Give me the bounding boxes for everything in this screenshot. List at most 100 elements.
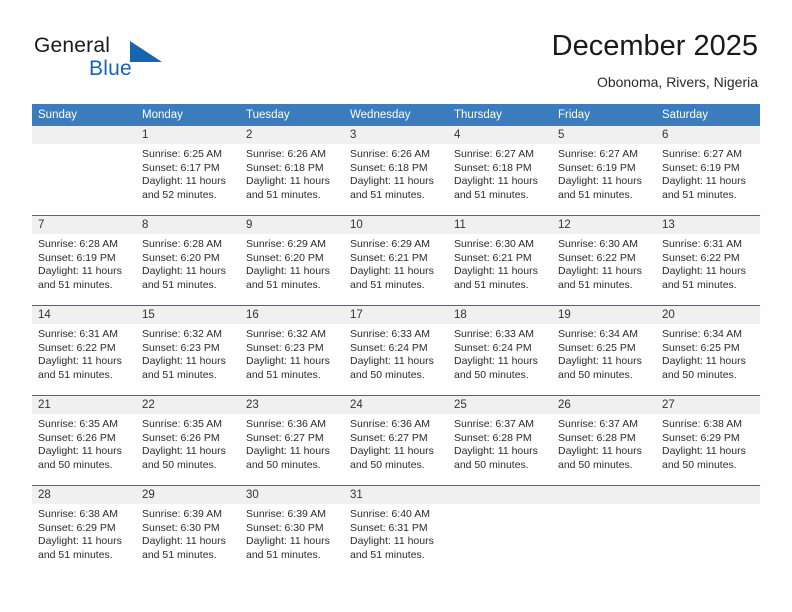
daylight-duration-line1: Daylight: 11 hours xyxy=(454,355,538,368)
calendar-day-cell[interactable]: 21 Sunrise: 6:35 AM Sunset: 6:26 PM Dayligh… xyxy=(32,395,136,486)
sunrise-time: Sunrise: 6:28 AM xyxy=(142,238,222,250)
calendar-day-cell[interactable]: 31 Sunrise: 6:40 AM Sunset: 6:31 PM Dayligh… xyxy=(344,485,448,575)
calendar-day-cell[interactable]: 6 Sunrise: 6:27 AM Sunset: 6:19 PM Daylight… xyxy=(656,126,760,216)
calendar-day-cell[interactable]: 8 Sunrise: 6:28 AM Sunset: 6:20 PM Daylight… xyxy=(136,215,240,306)
sunset-time: Sunset: 6:18 PM xyxy=(454,161,532,174)
sunset-time: Sunset: 6:29 PM xyxy=(662,431,740,444)
day-details: Sunrise: 6:37 AM Sunset: 6:28 PM Daylight:… xyxy=(552,414,656,472)
calendar-day-cell[interactable]: 23 Sunrise: 6:36 AM Sunset: 6:27 PM Dayligh… xyxy=(240,395,344,486)
calendar-day-cell[interactable]: 11 Sunrise: 6:30 AM Sunset: 6:21 PM Dayligh… xyxy=(448,215,552,306)
calendar-day-cell[interactable]: 28 Sunrise: 6:38 AM Sunset: 6:29 PM Dayligh… xyxy=(32,485,136,575)
daylight-duration-line1: Daylight: 11 hours xyxy=(142,535,226,548)
day-cell-content: 5 Sunrise: 6:27 AM Sunset: 6:19 PM Daylight… xyxy=(552,126,656,215)
sunset-time: Sunset: 6:25 PM xyxy=(662,341,740,354)
day-details: Sunrise: 6:34 AM Sunset: 6:25 PM Daylight:… xyxy=(552,324,656,382)
day-number: 22 xyxy=(136,396,240,414)
calendar-day-cell[interactable]: 26 Sunrise: 6:37 AM Sunset: 6:28 PM Dayligh… xyxy=(552,395,656,486)
day-cell-content: 23 Sunrise: 6:36 AM Sunset: 6:27 PM Dayligh… xyxy=(240,396,344,485)
daylight-duration-line1: Daylight: 11 hours xyxy=(454,265,538,278)
day-number: 19 xyxy=(552,306,656,324)
calendar-day-cell[interactable]: 3 Sunrise: 6:26 AM Sunset: 6:18 PM Daylight… xyxy=(344,126,448,216)
calendar-day-cell[interactable]: 20 Sunrise: 6:34 AM Sunset: 6:25 PM Dayligh… xyxy=(656,305,760,396)
calendar-day-cell[interactable]: 30 Sunrise: 6:39 AM Sunset: 6:30 PM Dayligh… xyxy=(240,485,344,575)
daylight-duration-line1: Daylight: 11 hours xyxy=(38,445,122,458)
day-number: 13 xyxy=(656,216,760,234)
calendar-day-cell[interactable]: 2 Sunrise: 6:26 AM Sunset: 6:18 PM Daylight… xyxy=(240,126,344,216)
calendar-day-cell[interactable]: 4 Sunrise: 6:27 AM Sunset: 6:18 PM Daylight… xyxy=(448,126,552,216)
daylight-duration-line2: and 52 minutes. xyxy=(142,188,217,201)
sunrise-time: Sunrise: 6:29 AM xyxy=(246,238,326,250)
daylight-duration-line1: Daylight: 11 hours xyxy=(454,445,538,458)
calendar-day-cell[interactable]: 14 Sunrise: 6:31 AM Sunset: 6:22 PM Dayligh… xyxy=(32,305,136,396)
brand-logo[interactable]: General Blue xyxy=(34,34,234,90)
calendar-day-cell[interactable] xyxy=(32,126,136,216)
day-details: Sunrise: 6:32 AM Sunset: 6:23 PM Daylight:… xyxy=(136,324,240,382)
sunset-time: Sunset: 6:28 PM xyxy=(558,431,636,444)
daylight-duration-line1: Daylight: 11 hours xyxy=(246,535,330,548)
calendar-day-cell[interactable] xyxy=(656,485,760,575)
day-number: 6 xyxy=(656,126,760,144)
day-cell-content: 31 Sunrise: 6:40 AM Sunset: 6:31 PM Dayligh… xyxy=(344,486,448,575)
day-number: 12 xyxy=(552,216,656,234)
daylight-duration-line2: and 50 minutes. xyxy=(142,458,217,471)
calendar-day-cell[interactable]: 1 Sunrise: 6:25 AM Sunset: 6:17 PM Daylight… xyxy=(136,126,240,216)
day-number: 7 xyxy=(32,216,136,234)
calendar-day-cell[interactable]: 18 Sunrise: 6:33 AM Sunset: 6:24 PM Dayligh… xyxy=(448,305,552,396)
calendar-day-cell[interactable]: 17 Sunrise: 6:33 AM Sunset: 6:24 PM Dayligh… xyxy=(344,305,448,396)
day-details: Sunrise: 6:27 AM Sunset: 6:18 PM Daylight:… xyxy=(448,144,552,202)
calendar-day-cell[interactable]: 22 Sunrise: 6:35 AM Sunset: 6:26 PM Dayligh… xyxy=(136,395,240,486)
calendar-day-cell[interactable]: 10 Sunrise: 6:29 AM Sunset: 6:21 PM Dayligh… xyxy=(344,215,448,306)
day-cell-content: 18 Sunrise: 6:33 AM Sunset: 6:24 PM Dayligh… xyxy=(448,306,552,395)
daylight-duration-line1: Daylight: 11 hours xyxy=(662,175,746,188)
calendar-week-row: 1 Sunrise: 6:25 AM Sunset: 6:17 PM Daylight… xyxy=(32,126,760,216)
daylight-duration-line2: and 51 minutes. xyxy=(142,278,217,291)
day-number xyxy=(552,486,656,504)
sunrise-time: Sunrise: 6:32 AM xyxy=(142,328,222,340)
daylight-duration-line2: and 50 minutes. xyxy=(246,458,321,471)
sunset-time: Sunset: 6:23 PM xyxy=(246,341,324,354)
daylight-duration-line2: and 50 minutes. xyxy=(350,368,425,381)
day-details: Sunrise: 6:40 AM Sunset: 6:31 PM Daylight:… xyxy=(344,504,448,562)
sunrise-time: Sunrise: 6:39 AM xyxy=(142,508,222,520)
day-number: 27 xyxy=(656,396,760,414)
calendar-day-cell[interactable]: 25 Sunrise: 6:37 AM Sunset: 6:28 PM Dayligh… xyxy=(448,395,552,486)
calendar-day-cell[interactable]: 9 Sunrise: 6:29 AM Sunset: 6:20 PM Daylight… xyxy=(240,215,344,306)
calendar-day-cell[interactable]: 16 Sunrise: 6:32 AM Sunset: 6:23 PM Dayligh… xyxy=(240,305,344,396)
weekday-header-row: Sunday Monday Tuesday Wednesday Thursday… xyxy=(32,104,760,126)
daylight-duration-line2: and 51 minutes. xyxy=(558,278,633,291)
day-details: Sunrise: 6:39 AM Sunset: 6:30 PM Daylight:… xyxy=(136,504,240,562)
daylight-duration-line2: and 51 minutes. xyxy=(142,548,217,561)
calendar-day-cell[interactable]: 12 Sunrise: 6:30 AM Sunset: 6:22 PM Dayligh… xyxy=(552,215,656,306)
day-details: Sunrise: 6:28 AM Sunset: 6:19 PM Daylight:… xyxy=(32,234,136,292)
calendar-day-cell[interactable]: 13 Sunrise: 6:31 AM Sunset: 6:22 PM Dayligh… xyxy=(656,215,760,306)
day-number: 21 xyxy=(32,396,136,414)
calendar-day-cell[interactable] xyxy=(552,485,656,575)
day-details: Sunrise: 6:31 AM Sunset: 6:22 PM Daylight:… xyxy=(32,324,136,382)
daylight-duration-line1: Daylight: 11 hours xyxy=(246,265,330,278)
weekday-header-sunday: Sunday xyxy=(32,104,136,126)
day-number: 11 xyxy=(448,216,552,234)
sunset-time: Sunset: 6:21 PM xyxy=(454,251,532,264)
sunrise-time: Sunrise: 6:30 AM xyxy=(558,238,638,250)
sunrise-time: Sunrise: 6:39 AM xyxy=(246,508,326,520)
calendar-day-cell[interactable]: 15 Sunrise: 6:32 AM Sunset: 6:23 PM Dayligh… xyxy=(136,305,240,396)
calendar-day-cell[interactable]: 7 Sunrise: 6:28 AM Sunset: 6:19 PM Daylight… xyxy=(32,215,136,306)
calendar-day-cell[interactable]: 19 Sunrise: 6:34 AM Sunset: 6:25 PM Dayligh… xyxy=(552,305,656,396)
sunset-time: Sunset: 6:19 PM xyxy=(38,251,116,264)
day-cell-content xyxy=(32,126,136,215)
calendar-grid: Sunday Monday Tuesday Wednesday Thursday… xyxy=(32,104,760,575)
calendar-day-cell[interactable]: 5 Sunrise: 6:27 AM Sunset: 6:19 PM Daylight… xyxy=(552,126,656,216)
sunrise-time: Sunrise: 6:26 AM xyxy=(350,148,430,160)
day-cell-content: 2 Sunrise: 6:26 AM Sunset: 6:18 PM Daylight… xyxy=(240,126,344,215)
day-number: 10 xyxy=(344,216,448,234)
daylight-duration-line2: and 51 minutes. xyxy=(246,278,321,291)
calendar-day-cell[interactable]: 29 Sunrise: 6:39 AM Sunset: 6:30 PM Dayligh… xyxy=(136,485,240,575)
calendar-day-cell[interactable] xyxy=(448,485,552,575)
sunrise-time: Sunrise: 6:36 AM xyxy=(350,418,430,430)
day-details: Sunrise: 6:38 AM Sunset: 6:29 PM Daylight:… xyxy=(656,414,760,472)
sunset-time: Sunset: 6:18 PM xyxy=(246,161,324,174)
daylight-duration-line2: and 51 minutes. xyxy=(246,368,321,381)
calendar-day-cell[interactable]: 27 Sunrise: 6:38 AM Sunset: 6:29 PM Dayligh… xyxy=(656,395,760,486)
calendar-day-cell[interactable]: 24 Sunrise: 6:36 AM Sunset: 6:27 PM Dayligh… xyxy=(344,395,448,486)
sunset-time: Sunset: 6:27 PM xyxy=(246,431,324,444)
